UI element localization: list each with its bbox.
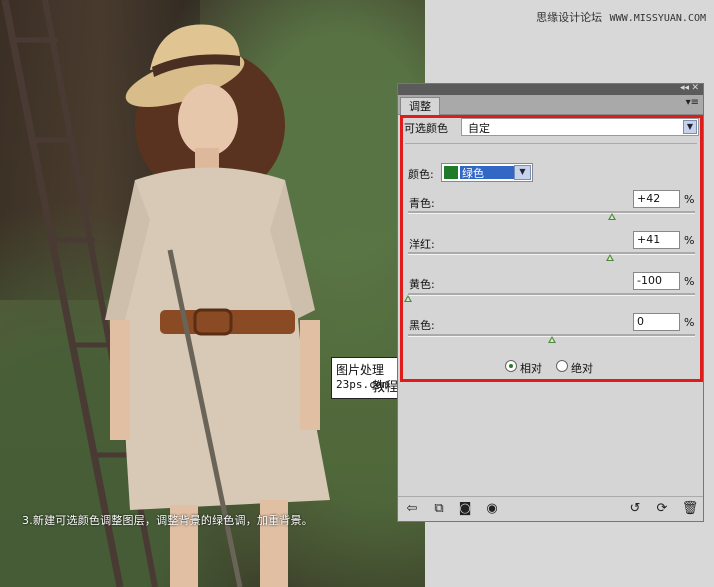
- chevron-down-icon[interactable]: ▼: [514, 165, 531, 180]
- absolute-radio[interactable]: [556, 360, 568, 372]
- preset-select[interactable]: 自定 ▼: [461, 118, 699, 136]
- black-unit: %: [684, 316, 695, 329]
- yellow-slider-thumb[interactable]: [404, 295, 412, 302]
- chevron-down-icon[interactable]: ▼: [683, 120, 697, 134]
- cyan-slider-thumb[interactable]: [607, 213, 616, 220]
- colors-label: 颜色:: [408, 168, 434, 181]
- black-label: 黑色:: [409, 319, 435, 332]
- previous-state-icon[interactable]: ↺: [626, 501, 644, 517]
- yellow-input[interactable]: -100: [633, 272, 680, 290]
- magenta-unit: %: [684, 234, 695, 247]
- toolbar-divider: [398, 496, 703, 497]
- layer-clip-icon[interactable]: ⧉: [430, 501, 448, 517]
- cyan-slider-track[interactable]: [408, 211, 695, 214]
- preset-value: 自定: [468, 122, 490, 135]
- site-watermark: 思缘设计论坛 WWW.MISSYUAN.COM: [536, 9, 706, 25]
- collapse-icon[interactable]: ◂◂: [680, 83, 689, 93]
- visibility-eye-icon[interactable]: ◉: [483, 501, 501, 517]
- cyan-input[interactable]: +42: [633, 190, 680, 208]
- cyan-unit: %: [684, 193, 695, 206]
- model-figure: [105, 24, 330, 587]
- magenta-input[interactable]: +41: [633, 231, 680, 249]
- watermark-site: 思缘设计论坛: [536, 11, 603, 24]
- colors-select[interactable]: 绿色 ▼: [441, 163, 533, 182]
- photo-canvas: 3.新建可选颜色调整图层，调整背景的绿色调，加重背景。 图片处理 23ps.co…: [0, 0, 425, 587]
- yellow-label: 黄色:: [409, 278, 435, 291]
- magenta-slider-thumb[interactable]: [606, 254, 615, 261]
- adjustment-type-label: 可选颜色: [404, 122, 448, 135]
- magenta-slider-track[interactable]: [408, 252, 695, 255]
- back-arrow-icon[interactable]: ⇦: [403, 501, 421, 517]
- step-caption: 3.新建可选颜色调整图层，调整背景的绿色调，加重背景。: [22, 514, 313, 527]
- magenta-label: 洋红:: [409, 238, 435, 251]
- relative-label: 相对: [520, 362, 542, 375]
- black-input[interactable]: 0: [633, 313, 680, 331]
- close-icon[interactable]: ✕: [691, 83, 699, 93]
- absolute-label: 绝对: [571, 362, 593, 375]
- panel-tabbar: 调整 ▾≡: [398, 95, 703, 115]
- colors-value: 绿色: [462, 167, 484, 180]
- divider: [405, 143, 697, 144]
- color-swatch: [444, 166, 458, 179]
- black-slider-thumb[interactable]: [547, 336, 556, 343]
- panel-menu-icon[interactable]: ▾≡: [686, 97, 699, 108]
- yellow-slider-track[interactable]: [408, 293, 695, 296]
- cyan-label: 青色:: [409, 197, 435, 210]
- watermark-url: WWW.MISSYUAN.COM: [609, 13, 706, 24]
- yellow-unit: %: [684, 275, 695, 288]
- panel-titlebar: ◂◂ ✕: [398, 83, 703, 95]
- tab-adjustments[interactable]: 调整: [400, 97, 440, 115]
- reset-icon[interactable]: ⟳: [653, 501, 671, 517]
- mask-icon[interactable]: ◙: [456, 501, 474, 517]
- trash-icon[interactable]: 🗑: [681, 501, 699, 517]
- relative-radio[interactable]: [505, 360, 517, 372]
